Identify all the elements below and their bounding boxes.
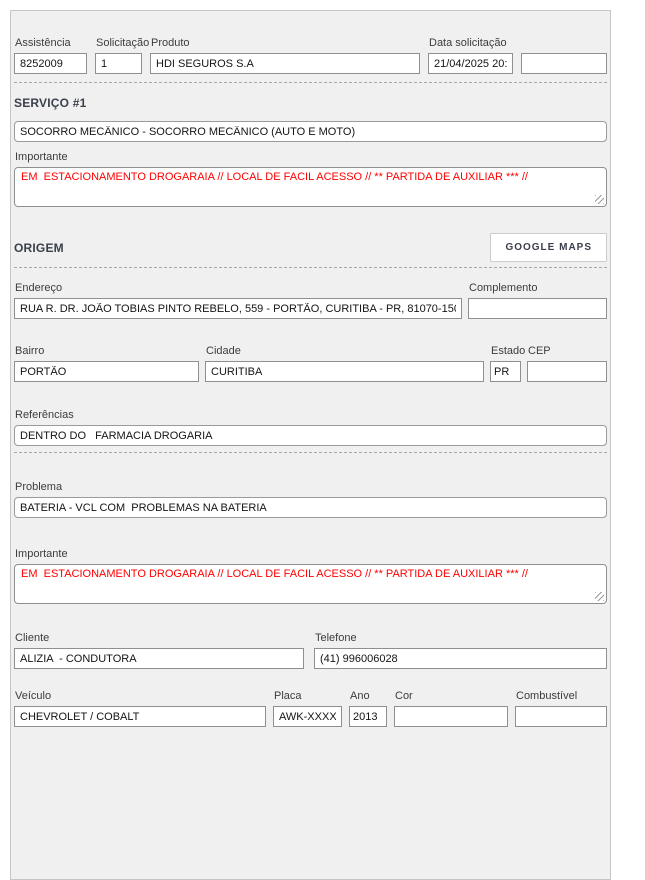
cep-field: CEP [527,345,607,382]
solicitacao-label: Solicitação [96,37,142,50]
complemento-field: Complemento [468,282,607,319]
produto-field: Produto [150,37,420,74]
data-solicitacao-input[interactable] [428,53,513,74]
servico-heading: SERVIÇO #1 [14,96,607,110]
placa-label: Placa [274,690,342,703]
problema-label: Problema [15,481,607,494]
data-solicitacao-label: Data solicitação [429,37,513,50]
dashed-divider [14,267,607,268]
assistencia-input[interactable] [14,53,87,74]
complemento-label: Complemento [469,282,607,295]
problema-input[interactable] [14,497,607,518]
produto-label: Produto [151,37,420,50]
bairro-input[interactable] [14,361,199,382]
ano-field: Ano [349,690,387,727]
dashed-divider [14,452,607,453]
cidade-label: Cidade [206,345,484,358]
cliente-label: Cliente [15,632,304,645]
solicitacao-field: Solicitação [95,37,142,74]
origem-heading: ORIGEM [14,241,64,255]
dashed-divider [14,82,607,83]
header-row: Assistência Solicitação Produto Data sol… [14,37,607,74]
estado-field: Estado [490,345,521,382]
origem-header-row: ORIGEM GOOGLE MAPS [14,233,607,262]
bairro-row: Bairro Cidade Estado CEP [14,345,607,382]
cor-field: Cor [394,690,508,727]
header-extra-label [522,37,607,50]
telefone-input[interactable] [314,648,607,669]
problema-importante-label: Importante [15,548,607,561]
veiculo-field: Veículo [14,690,266,727]
estado-input[interactable] [490,361,521,382]
assistencia-field: Assistência [14,37,87,74]
telefone-field: Telefone [314,632,607,669]
servico-importante-textarea[interactable]: EM ESTACIONAMENTO DROGARAIA // LOCAL DE … [14,167,607,207]
placa-field: Placa [273,690,342,727]
servico-importante-field: Importante EM ESTACIONAMENTO DROGARAIA /… [14,151,607,207]
referencias-label: Referências [15,409,607,422]
veiculo-input[interactable] [14,706,266,727]
assistencia-label: Assistência [15,37,87,50]
complemento-input[interactable] [468,298,607,319]
referencias-field: Referências [14,409,607,446]
servico-importante-label: Importante [15,151,607,164]
google-maps-button[interactable]: GOOGLE MAPS [490,233,607,262]
combustivel-field: Combustível [515,690,607,727]
combustivel-label: Combustível [516,690,607,703]
assistance-form-panel: Assistência Solicitação Produto Data sol… [10,10,611,880]
veiculo-label: Veículo [15,690,266,703]
cep-input[interactable] [527,361,607,382]
estado-label: Estado [491,345,521,358]
cor-label: Cor [395,690,508,703]
produto-input[interactable] [150,53,420,74]
telefone-label: Telefone [315,632,607,645]
referencias-input[interactable] [14,425,607,446]
ano-label: Ano [350,690,387,703]
veiculo-row: Veículo Placa Ano Cor Combustível [14,690,607,727]
endereco-field: Endereço [14,282,462,319]
cliente-field: Cliente [14,632,304,669]
endereco-label: Endereço [15,282,462,295]
solicitacao-input[interactable] [95,53,142,74]
cidade-input[interactable] [205,361,484,382]
endereco-input[interactable] [14,298,462,319]
servico-tipo-input[interactable] [14,121,607,142]
cidade-field: Cidade [205,345,484,382]
problema-field: Problema [14,481,607,518]
cliente-input[interactable] [14,648,304,669]
bairro-field: Bairro [14,345,199,382]
ano-input[interactable] [349,706,387,727]
placa-input[interactable] [273,706,342,727]
problema-importante-textarea[interactable]: EM ESTACIONAMENTO DROGARAIA // LOCAL DE … [14,564,607,604]
cliente-row: Cliente Telefone [14,632,607,669]
header-extra-field [521,37,607,74]
bairro-label: Bairro [15,345,199,358]
combustivel-input[interactable] [515,706,607,727]
data-solicitacao-field: Data solicitação [428,37,513,74]
cep-label: CEP [528,345,607,358]
cor-input[interactable] [394,706,508,727]
header-extra-input[interactable] [521,53,607,74]
endereco-row: Endereço Complemento [14,282,607,319]
problema-importante-field: Importante EM ESTACIONAMENTO DROGARAIA /… [14,548,607,604]
